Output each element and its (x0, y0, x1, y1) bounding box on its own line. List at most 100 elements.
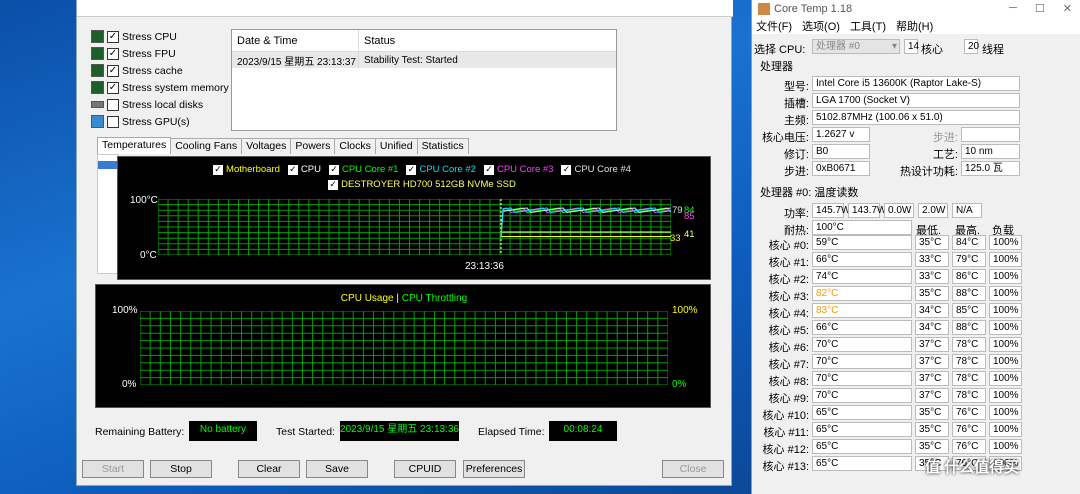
core-row: 核心 #12: 65°C 35°C 76°C 100% (752, 439, 1080, 456)
tab-powers[interactable]: Powers (290, 138, 336, 154)
core-load: 100% (989, 252, 1022, 267)
core-count: 14 (904, 39, 919, 54)
hardware-icon (91, 30, 104, 43)
core-temp: 83°C (812, 303, 912, 318)
core-name: 核心 #9: (768, 393, 809, 405)
stop-button[interactable]: Stop (150, 460, 212, 478)
stress-label: Stress system memory (122, 81, 229, 94)
core-temp: 65°C (812, 456, 912, 471)
core-name: 核心 #4: (768, 308, 809, 320)
core-temp: 65°C (812, 405, 912, 420)
legend-item[interactable]: ✓ CPU (287, 164, 321, 175)
legend-checkbox[interactable]: ✓ (561, 164, 572, 175)
stress-option[interactable]: ✓ Stress cache (91, 62, 231, 79)
legend-checkbox[interactable]: ✓ (406, 164, 417, 175)
minimize-icon[interactable]: ─ (1009, 2, 1017, 15)
stress-checkbox[interactable]: ✓ (107, 64, 119, 77)
legend-item[interactable]: ✓ DESTROYER HD700 512GB NVMe SSD (328, 179, 516, 190)
stress-checkbox[interactable]: ✓ (107, 30, 119, 43)
menu-item[interactable]: 文件(F) (756, 18, 792, 34)
legend-checkbox[interactable]: ✓ (287, 164, 298, 175)
menu-item[interactable]: 选项(O) (802, 18, 840, 34)
coretemp-window: Core Temp 1.18 ─ ☐ ✕ 文件(F) 选项(O) 工具(T) 帮助(H… (751, 0, 1080, 494)
elapsed-label: Elapsed Time: (478, 426, 545, 438)
frequency-label: 主频: (783, 115, 809, 127)
stress-option[interactable]: ✓ Stress CPU (91, 28, 231, 45)
tab-clocks[interactable]: Clocks (334, 138, 376, 154)
core-temp: 70°C (812, 354, 912, 369)
temp-current-value: 79 (672, 205, 683, 216)
socket-value: LGA 1700 (Socket V) (812, 93, 1020, 108)
core-temp: 65°C (812, 422, 912, 437)
legend-item[interactable]: ✓ CPU Core #1 (328, 164, 398, 175)
tj-max-value: 100°C (812, 220, 912, 235)
power-values: 145.7W 143.7W 0.0W 2.0W N/A (812, 203, 1022, 218)
stability-test-window: ✓ Stress CPU ✓ Stress FPU ✓ Stress cache ✓ Stre… (76, 0, 733, 486)
stress-checkbox[interactable]: ✓ (107, 81, 119, 94)
cpu-y-top-right: 100% (672, 305, 698, 316)
tab-voltages[interactable]: Voltages (241, 138, 292, 154)
legend-checkbox[interactable]: ✓ (483, 164, 494, 175)
core-min: 37°C (915, 354, 949, 369)
cpu-throttling-title: CPU Throttling (401, 293, 468, 304)
col-status-header[interactable]: Status (359, 35, 395, 47)
core-row: 核心 #6: 70°C 37°C 78°C 100% (752, 337, 1080, 354)
temperature-graph: ✓ Motherboard ✓ CPU ✓ CPU Core #1 ✓ CPU Core #2… (117, 156, 711, 280)
col-date-header[interactable]: Date & Time (232, 30, 359, 51)
tab-unified[interactable]: Unified (374, 138, 418, 154)
menu-item[interactable]: 工具(T) (850, 18, 886, 34)
close-icon[interactable]: ✕ (1063, 2, 1072, 15)
core-min: 35°C (915, 422, 949, 437)
core-row: 核心 #1: 66°C 33°C 79°C 100% (752, 252, 1080, 269)
scroll-thumb[interactable] (98, 161, 118, 169)
clear-button[interactable]: Clear (238, 460, 300, 478)
save-button[interactable]: Save (306, 460, 368, 478)
menu-item[interactable]: 帮助(H) (896, 18, 933, 34)
legend-label: CPU Core #2 (419, 164, 476, 175)
stress-checkbox[interactable] (107, 98, 119, 111)
tab-temperatures[interactable]: Temperatures (97, 137, 172, 154)
legend-item[interactable]: ✓ CPU Core #2 (406, 164, 476, 175)
thread-count: 20 (964, 39, 979, 54)
close-button[interactable]: Close (662, 460, 724, 478)
legend-item[interactable]: ✓ CPU Core #3 (483, 164, 553, 175)
coretemp-menubar: 文件(F) 选项(O) 工具(T) 帮助(H) (752, 17, 1080, 34)
stress-option[interactable]: ✓ Stress system memory (91, 79, 231, 96)
legend-item[interactable]: ✓ CPU Core #4 (561, 164, 631, 175)
socket-label: 插槽: (783, 98, 809, 110)
stress-option[interactable]: ✓ Stress FPU (91, 45, 231, 62)
stress-label: Stress FPU (122, 47, 176, 60)
table-row[interactable]: 2023/9/15 星期五 23:13:37 Stability Test: S… (232, 52, 616, 68)
test-started-value: 2023/9/15 星期五 23:13:36 (340, 421, 459, 441)
legend-label: DESTROYER HD700 512GB NVMe SSD (341, 179, 516, 190)
power-value: N/A (952, 203, 982, 218)
maximize-icon[interactable]: ☐ (1035, 2, 1045, 15)
stress-label: Stress local disks (122, 98, 204, 111)
stress-checkbox[interactable] (107, 115, 119, 128)
core-max: 79°C (952, 252, 986, 267)
preferences-button[interactable]: Preferences (463, 460, 525, 478)
graph-tabs: Temperatures Cooling Fans Voltages Powers Cl… (97, 137, 469, 154)
cpuid-button[interactable]: CPUID (394, 460, 456, 478)
stress-option[interactable]: Stress local disks (91, 96, 231, 113)
tab-statistics[interactable]: Statistics (416, 138, 469, 154)
core-name: 核心 #13: (762, 461, 809, 473)
cpu-select[interactable]: 处理器 #0 ▾ (812, 39, 900, 54)
power-value: 2.0W (918, 203, 948, 218)
window-controls: ─ ☐ ✕ (1009, 2, 1072, 15)
core-temperature-list: 核心 #0: 59°C 35°C 84°C 100% 核心 #1: 66°C 33°C 79°C… (752, 235, 1080, 475)
core-temp: 66°C (812, 320, 912, 335)
legend-checkbox[interactable]: ✓ (213, 164, 224, 175)
core-name: 核心 #11: (763, 427, 809, 439)
start-button[interactable]: Start (82, 460, 144, 478)
legend-item[interactable]: ✓ Motherboard (213, 164, 280, 175)
tab-cooling-fans[interactable]: Cooling Fans (170, 138, 243, 154)
core-load: 100% (989, 303, 1022, 318)
core-name: 核心 #6: (768, 342, 809, 354)
stress-checkbox[interactable]: ✓ (107, 47, 119, 60)
stress-option[interactable]: Stress GPU(s) (91, 113, 231, 130)
core-min: 35°C (915, 286, 949, 301)
sensor-scroll-panel[interactable] (97, 154, 119, 274)
legend-checkbox[interactable]: ✓ (328, 164, 339, 175)
legend-checkbox[interactable]: ✓ (328, 179, 339, 190)
